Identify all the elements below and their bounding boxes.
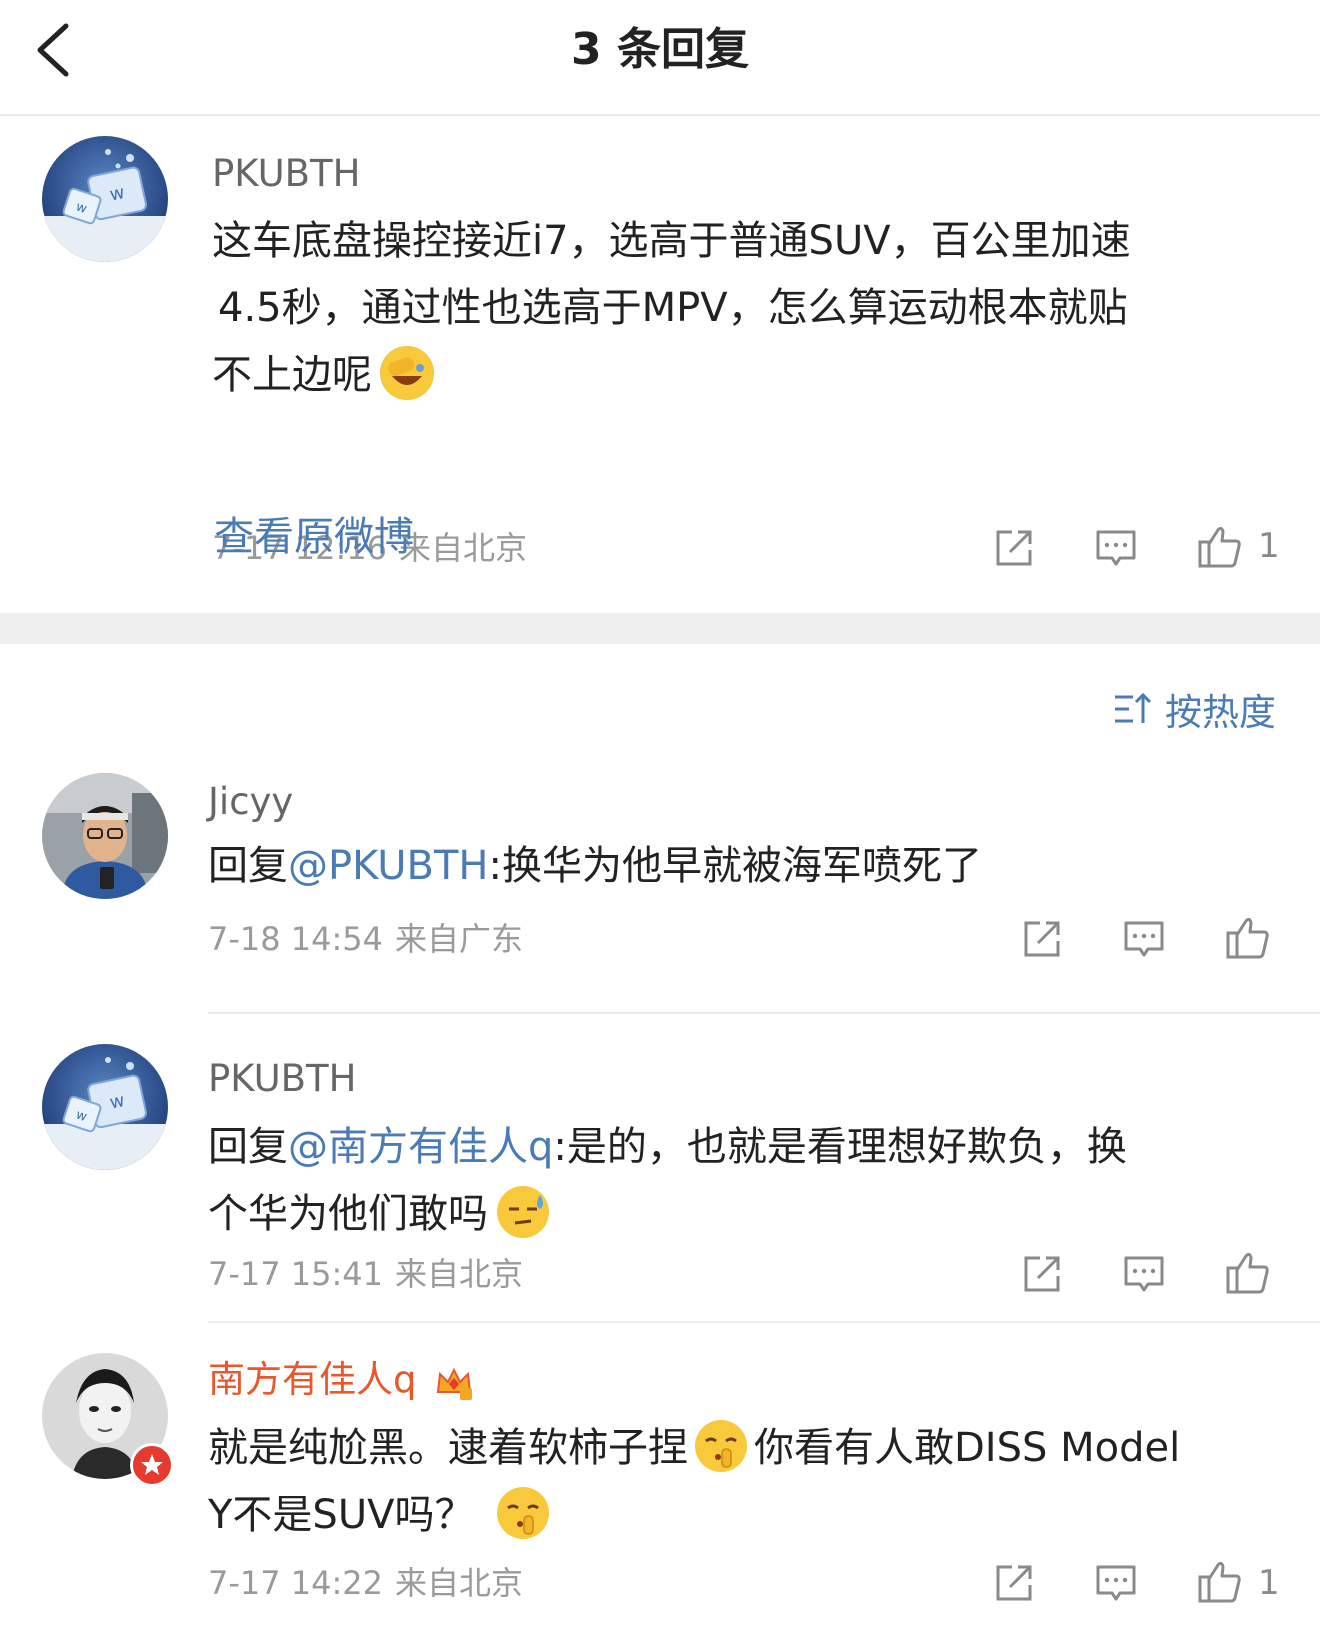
shush-emoji (694, 1419, 748, 1473)
username[interactable]: Jicyy (208, 779, 293, 825)
avatar-image (42, 773, 168, 899)
mention-link[interactable]: @南方有佳人q (288, 1124, 553, 1170)
location: 来自北京 (395, 1255, 524, 1293)
reply-item: w w PKUBTH 回复@南方有佳人q:是的，也就是看理想好欺负，换 个华为他… (42, 1014, 1320, 1323)
comment-line: 4.5秒，通过性也选高于MPV，怎么算运动根本就贴 (218, 285, 1128, 331)
share-icon (1024, 1256, 1060, 1292)
share-button[interactable] (992, 526, 1036, 574)
reply-item: 南方有佳人q 就是纯尬黑。逮着软柿子捏 你看有人敢DISS Model Y不是S… (42, 1323, 1320, 1623)
username[interactable]: PKUBTH (208, 1056, 356, 1102)
reply-prefix: 回复 (208, 1124, 288, 1170)
thumbs-up-icon (1198, 1561, 1241, 1603)
reply-item: Jicyy 回复@PKUBTH:换华为他早就被海军喷死了 7-18 14:54 来… (42, 769, 1320, 1014)
reply-content: :是的，也就是看理想好欺负，换 (553, 1124, 1127, 1170)
reply-line: Y不是SUV吗？ (208, 1482, 1258, 1549)
reply-line: 就是纯尬黑。逮着软柿子捏 你看有人敢DISS Model (208, 1415, 1258, 1482)
shush-emoji (496, 1486, 550, 1540)
reply-text: 回复@南方有佳人q:是的，也就是看理想好欺负，换 个华为他们敢吗 (208, 1114, 1258, 1248)
like-button[interactable] (1196, 522, 1244, 574)
mention-link[interactable]: @PKUBTH (288, 843, 489, 889)
like-button[interactable] (1224, 913, 1272, 965)
comment-line: 不上边呢 (212, 342, 1262, 409)
like-button[interactable] (1224, 1248, 1272, 1300)
star-icon (141, 1454, 163, 1475)
sort-icon (1115, 692, 1152, 723)
avatar[interactable]: w w (42, 1044, 168, 1170)
sweat-emoji (496, 1185, 550, 1239)
thumbs-up-icon (1226, 917, 1269, 959)
comment-button[interactable] (1094, 526, 1138, 574)
share-icon (1024, 921, 1060, 957)
thumbs-up-icon (1226, 1252, 1269, 1294)
verified-badge (130, 1443, 174, 1487)
facepalm-laugh-emoji (380, 346, 434, 400)
comment-icon (1124, 921, 1164, 957)
avatar[interactable] (42, 773, 168, 899)
share-button[interactable] (1020, 917, 1064, 965)
avatar-image: w w (42, 136, 168, 262)
location: 来自北京 (399, 529, 528, 567)
reply-text: 就是纯尬黑。逮着软柿子捏 你看有人敢DISS Model Y不是SUV吗？ (208, 1415, 1258, 1549)
comment-icon (1096, 1565, 1136, 1601)
top-bar: 3 条回复 (0, 0, 1320, 116)
sort-by-popularity-button[interactable]: 按热度 (1113, 684, 1276, 734)
timestamp: 7-18 14:54 (208, 920, 384, 958)
reply-meta: 7-18 14:54 来自广东 (208, 919, 523, 959)
section-divider (0, 613, 1320, 644)
comment-button[interactable] (1094, 1561, 1138, 1609)
share-button[interactable] (992, 1561, 1036, 1609)
username[interactable]: 南方有佳人q (208, 1357, 474, 1403)
like-count: 1 (1258, 526, 1280, 566)
comment-button[interactable] (1122, 1252, 1166, 1300)
reply-line: 回复@南方有佳人q:是的，也就是看理想好欺负，换 (208, 1114, 1258, 1181)
like-button[interactable] (1196, 1557, 1244, 1609)
like-count: 1 (1258, 1563, 1280, 1603)
sort-label: 按热度 (1165, 691, 1276, 734)
sort-bar: 按热度 (0, 644, 1320, 769)
comment-line: 这车底盘操控接近i7，选高于普通SUV，百公里加速 (212, 218, 1131, 264)
reply-text: 回复@PKUBTH:换华为他早就被海军喷死了 (208, 833, 1258, 900)
share-button[interactable] (1020, 1252, 1064, 1300)
reply-content: :换华为他早就被海军喷死了 (488, 843, 982, 889)
reply-line: 个华为他们敢吗 (208, 1181, 1258, 1248)
comment-icon (1124, 1256, 1164, 1292)
location: 来自广东 (395, 920, 524, 958)
page-title: 3 条回复 (571, 24, 749, 75)
thumbs-up-icon (1198, 526, 1241, 568)
comment-button[interactable] (1122, 917, 1166, 965)
share-icon (996, 530, 1032, 566)
timestamp: 7-17 15:41 (208, 1255, 384, 1293)
location: 来自北京 (395, 1564, 524, 1602)
view-original-post-link[interactable]: 查看原微博 (214, 512, 414, 562)
username[interactable]: PKUBTH (212, 151, 360, 197)
reply-meta: 7-17 15:41 来自北京 (208, 1254, 523, 1294)
reply-prefix: 回复 (208, 843, 288, 889)
share-icon (996, 1565, 1032, 1601)
avatar-image: w w (42, 1044, 168, 1170)
reply-meta: 7-17 14:22 来自北京 (208, 1563, 523, 1603)
comment-icon (1096, 530, 1136, 566)
vip-crown-icon (434, 1362, 474, 1402)
original-comment: w w PKUBTH 这车底盘操控接近i7，选高于普通SUV，百公里加速 4.5… (0, 116, 1320, 613)
avatar[interactable]: w w (42, 136, 168, 262)
comment-text: 这车底盘操控接近i7，选高于普通SUV，百公里加速 4.5秒，通过性也选高于MP… (212, 208, 1262, 409)
timestamp: 7-17 14:22 (208, 1564, 384, 1602)
